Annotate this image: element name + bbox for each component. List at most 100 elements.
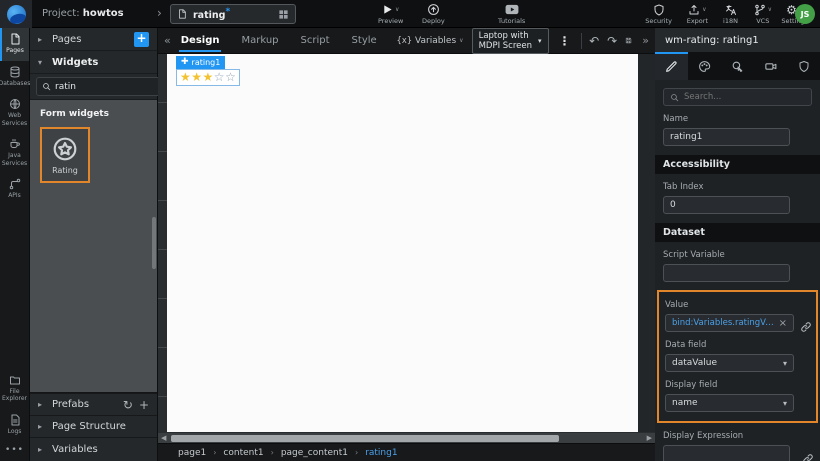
- widget-list-scrollbar[interactable]: [152, 217, 156, 269]
- script-variable-input[interactable]: [670, 268, 783, 278]
- scroll-left-icon[interactable]: ◀: [158, 434, 169, 442]
- breadcrumb-rating1[interactable]: rating1: [365, 448, 397, 458]
- undo-icon[interactable]: ↶: [589, 34, 599, 48]
- save-icon[interactable]: [625, 34, 632, 47]
- tab-design[interactable]: Design: [179, 29, 222, 52]
- tab-properties[interactable]: [655, 52, 688, 80]
- clear-binding-icon[interactable]: ×: [779, 318, 787, 329]
- page-canvas[interactable]: ✚ rating1 ★★★☆☆: [167, 54, 638, 432]
- redo-icon[interactable]: ↷: [607, 34, 617, 48]
- tab-style[interactable]: Style: [350, 29, 379, 52]
- name-field: Name: [655, 114, 820, 146]
- collapse-left-panel-icon[interactable]: «: [164, 34, 171, 47]
- refresh-icon[interactable]: ↻: [123, 398, 133, 412]
- canvas-horizontal-scrollbar[interactable]: ◀ ▶: [158, 432, 655, 443]
- wavemaker-logo[interactable]: [0, 0, 32, 28]
- page-structure-section-header[interactable]: ▸ Page Structure: [30, 415, 157, 437]
- add-prefab-icon[interactable]: +: [139, 398, 149, 412]
- property-search-box[interactable]: [663, 88, 812, 106]
- rail-label: Pages: [6, 47, 24, 55]
- rail-item-file-explorer[interactable]: File Explorer: [0, 369, 29, 409]
- dropdown-arrow-icon: ▾: [783, 399, 787, 408]
- project-name: Project: howtos: [42, 8, 124, 19]
- breadcrumb-page-content1[interactable]: page_content1: [281, 448, 348, 458]
- rail-item-logs[interactable]: Logs: [0, 409, 29, 442]
- database-icon: [9, 66, 21, 78]
- device-selector[interactable]: Laptop with MDPI Screen ▾: [472, 28, 549, 54]
- widgets-section-header[interactable]: ▾ Widgets: [30, 51, 157, 74]
- tab-index-input[interactable]: [670, 200, 783, 210]
- tab-style[interactable]: [688, 52, 721, 80]
- deploy-button[interactable]: Deploy: [422, 3, 445, 25]
- rail-label: File Explorer: [1, 388, 28, 403]
- rating-widget-tile[interactable]: Rating: [40, 127, 90, 183]
- tab-script[interactable]: Script: [299, 29, 332, 52]
- variables-section-header[interactable]: ▸ Variables: [30, 437, 157, 461]
- deploy-label: Deploy: [422, 17, 445, 25]
- page-tab-rating[interactable]: rating*: [170, 4, 296, 24]
- rail-item-databases[interactable]: Databases: [0, 61, 29, 94]
- breadcrumb-page1[interactable]: page1: [178, 448, 206, 458]
- user-avatar[interactable]: JS: [795, 4, 815, 24]
- widget-group-label: Form widgets: [30, 100, 157, 127]
- pages-icon: [9, 33, 21, 45]
- vcs-branch-icon: [754, 4, 766, 16]
- tutorials-button[interactable]: Tutorials: [498, 3, 525, 25]
- collapse-right-panel-icon[interactable]: »: [642, 34, 649, 47]
- selected-widget-label[interactable]: ✚ rating1: [176, 56, 225, 69]
- widget-search-input[interactable]: [55, 82, 175, 92]
- rail-item-apis[interactable]: APIs: [0, 173, 29, 206]
- preview-label: Preview: [378, 17, 403, 25]
- bind-link-icon[interactable]: [802, 453, 814, 461]
- project-label: Project:: [42, 8, 80, 19]
- properties-panel-tabs: [655, 52, 820, 80]
- add-page-button[interactable]: +: [134, 32, 149, 47]
- pages-section-header[interactable]: ▸ Pages +: [30, 28, 157, 51]
- tab-markup[interactable]: Markup: [239, 29, 280, 52]
- vcs-button[interactable]: ∨ VCS: [754, 3, 772, 25]
- more-options-icon[interactable]: •••: [0, 441, 29, 461]
- grid-icon[interactable]: [278, 9, 289, 20]
- scroll-right-icon[interactable]: ▶: [644, 434, 655, 442]
- rail-item-java-services[interactable]: Java Services: [0, 133, 29, 173]
- widget-list: Form widgets Rating: [30, 100, 157, 392]
- rating-widget-on-canvas[interactable]: ✚ rating1 ★★★☆☆: [176, 56, 240, 86]
- project-name-value: howtos: [83, 8, 124, 19]
- breadcrumb-content1[interactable]: content1: [223, 448, 263, 458]
- security-button[interactable]: Security: [645, 3, 672, 25]
- script-variable-field-label: Script Variable: [663, 250, 812, 260]
- properties-form: Name Accessibility Tab Index Dataset Scr…: [655, 80, 820, 461]
- value-binding-input[interactable]: bind:Variables.ratingVar.dataSet ×: [665, 314, 794, 332]
- rating-stars[interactable]: ★★★☆☆: [176, 69, 240, 86]
- scrollbar-thumb[interactable]: [171, 435, 559, 442]
- more-actions-icon[interactable]: ⋮: [557, 34, 573, 48]
- tab-device[interactable]: [754, 52, 787, 80]
- breadcrumb-separator-icon: ›: [355, 448, 358, 457]
- display-expression-input[interactable]: [670, 449, 783, 459]
- prefabs-section-header[interactable]: ▸ Prefabs ↻ +: [30, 393, 157, 415]
- design-area: « Design Markup Script Style {x} Variabl…: [158, 28, 655, 461]
- variables-menu[interactable]: {x} Variables ∨: [397, 36, 464, 46]
- play-icon: [382, 4, 393, 15]
- pages-section-label: Pages: [52, 34, 81, 45]
- display-field-field: Display field name ▾: [665, 380, 810, 412]
- export-button[interactable]: ∨ Export: [687, 3, 708, 25]
- canvas-wrapper: ✚ rating1 ★★★☆☆: [158, 54, 655, 432]
- property-search-input[interactable]: [684, 92, 805, 102]
- rail-item-pages[interactable]: Pages: [0, 28, 29, 61]
- data-field-label: Data field: [665, 340, 810, 350]
- rail-label: APIs: [8, 192, 21, 200]
- tab-events[interactable]: [721, 52, 754, 80]
- canvas-toolbar: « Design Markup Script Style {x} Variabl…: [158, 28, 655, 54]
- shield-outline-icon: [798, 60, 810, 73]
- bind-link-icon[interactable]: [800, 321, 812, 333]
- data-field-select[interactable]: dataValue ▾: [665, 354, 794, 372]
- tutorials-label: Tutorials: [498, 17, 525, 25]
- i18n-button[interactable]: i18N: [723, 3, 738, 25]
- preview-button[interactable]: ∨ Preview: [378, 3, 403, 25]
- tab-security[interactable]: [787, 52, 820, 80]
- name-input[interactable]: [670, 132, 783, 142]
- rail-item-web-services[interactable]: Web Services: [0, 93, 29, 133]
- search-icon: [670, 93, 679, 102]
- display-field-select[interactable]: name ▾: [665, 394, 794, 412]
